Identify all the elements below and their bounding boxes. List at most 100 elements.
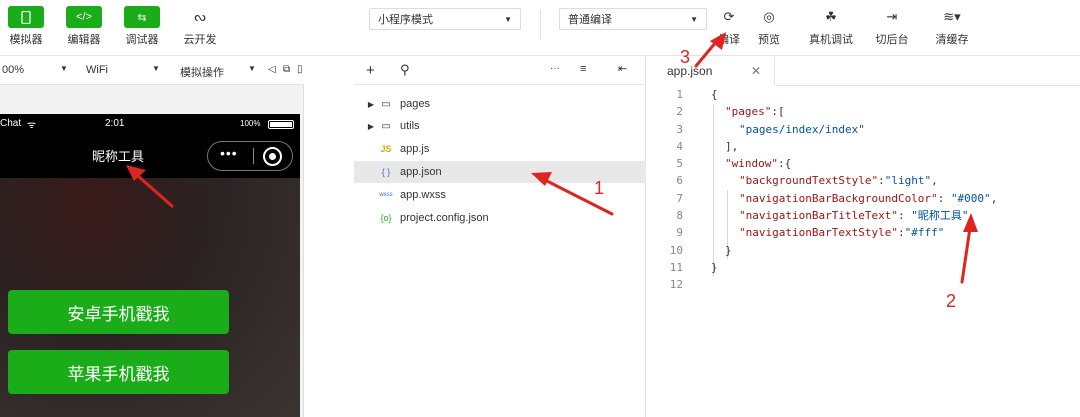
- annotation-number-2: 2: [946, 291, 957, 311]
- editor-toggle-button[interactable]: </> 编辑器: [62, 6, 106, 47]
- volume-icon[interactable]: ◁: [268, 64, 276, 75]
- layers-icon: ≋▾: [943, 9, 961, 24]
- code-content[interactable]: 1 { 2 "pages":[ 3 "pages/index/index" 4], 5…: [647, 86, 1080, 294]
- remote-debug-label: 真机调试: [809, 34, 853, 46]
- folder-icon: ▭: [381, 120, 391, 132]
- iphone-button[interactable]: 苹果手机戳我: [8, 350, 229, 394]
- chevron-down-icon: ▼: [504, 14, 512, 24]
- preview-label: 预览: [758, 34, 780, 46]
- mode-select[interactable]: 小程序模式 ▼: [369, 8, 521, 30]
- divider: [253, 148, 254, 164]
- collapse-icon[interactable]: ≡: [580, 63, 586, 75]
- phone-status-bar: Chat ᯤ 2:01 100%: [0, 114, 300, 134]
- tree-item-label: project.config.json: [400, 212, 489, 224]
- wxss-file-icon: wxss: [379, 192, 393, 198]
- more-icon[interactable]: •••: [220, 145, 238, 161]
- json-file-icon: { }: [381, 167, 391, 177]
- js-file-icon: JS: [380, 144, 392, 154]
- line-number: 5: [676, 157, 683, 171]
- capsule-menu[interactable]: •••: [207, 141, 293, 171]
- debug-icon: ⇆: [124, 6, 160, 28]
- tree-item-label: app.js: [400, 143, 430, 155]
- line-number: 4: [676, 139, 683, 153]
- line-number: 12: [669, 278, 683, 292]
- rotate-icon[interactable]: ▯: [297, 64, 303, 75]
- divider: [540, 10, 541, 40]
- compile-select-value: 普通编译: [568, 14, 612, 26]
- code-line-6: "backgroundTextStyle":"light",: [739, 174, 938, 188]
- sidebar-toggle-icon[interactable]: ⇤: [618, 62, 627, 75]
- code-line-4: ],: [725, 139, 739, 153]
- editor-tab-app-json[interactable]: app.json ✕: [647, 57, 775, 85]
- close-miniprogram-icon[interactable]: [263, 147, 282, 166]
- eye-icon: ◎: [763, 9, 775, 24]
- remote-debug-button[interactable]: ☘ 真机调试: [805, 6, 857, 47]
- bug-icon: ☘: [825, 9, 837, 24]
- compile-label: 编译: [718, 34, 740, 46]
- android-button[interactable]: 安卓手机戳我: [8, 290, 229, 334]
- carrier-label: Chat: [0, 118, 22, 129]
- chevron-down-icon: ▼: [152, 64, 160, 73]
- refresh-icon: ⟳: [723, 9, 735, 24]
- mode-select-value: 小程序模式: [378, 14, 433, 26]
- toolbar: 模拟器 </> 编辑器 ⇆ 调试器 ᔓ 云开发 小程序模式 ▼ 普通编译 ▼ ⟳…: [0, 0, 1080, 56]
- cloud-icon: ᔓ: [194, 9, 206, 24]
- add-icon[interactable]: +: [366, 62, 375, 79]
- cloud-dev-button[interactable]: ᔓ 云开发: [178, 6, 222, 47]
- devtools-window: 模拟器 </> 编辑器 ⇆ 调试器 ᔓ 云开发 小程序模式 ▼ 普通编译 ▼ ⟳…: [0, 0, 1080, 417]
- window-icon[interactable]: ⧉: [283, 64, 290, 75]
- code-line-8: "navigationBarTitleText": "昵称工具",: [739, 209, 976, 223]
- annotation-number-1: 1: [594, 178, 605, 198]
- battery-label: 100%: [240, 119, 261, 128]
- tree-item-label: utils: [400, 120, 420, 132]
- more-icon[interactable]: ···: [550, 63, 560, 74]
- clear-cache-label: 清缓存: [935, 34, 969, 46]
- code-line-2: "pages":[: [725, 105, 785, 119]
- line-number: 8: [676, 209, 683, 223]
- code-line-3: "pages/index/index": [739, 122, 865, 136]
- network-select[interactable]: WiFi: [86, 64, 108, 76]
- clear-cache-button[interactable]: ≋▾ 清缓存: [930, 6, 974, 47]
- zoom-select[interactable]: 00%: [2, 64, 24, 76]
- simulator-options-bar: 00% ▼ WiFi ▼ 模拟操作 ▼ ◁ ⧉ ▯: [0, 57, 304, 85]
- line-number: 11: [669, 260, 683, 274]
- battery-icon: [268, 120, 294, 129]
- phone-icon: [8, 6, 44, 28]
- line-number: 9: [676, 226, 683, 240]
- background-switch-label: 切后台: [875, 34, 909, 46]
- compile-select[interactable]: 普通编译 ▼: [559, 8, 707, 30]
- chevron-right-icon: ▶: [367, 121, 375, 131]
- phone-nav-bar: 昵称工具 •••: [0, 134, 300, 178]
- line-number: 1: [676, 88, 683, 101]
- compile-button[interactable]: ⟳ 编译: [712, 6, 746, 47]
- line-number: 2: [676, 105, 683, 119]
- simulator-toggle-button[interactable]: 模拟器: [4, 6, 48, 47]
- cloud-dev-label: 云开发: [183, 34, 217, 46]
- phone-page-body: 安卓手机戳我 苹果手机戳我: [0, 178, 300, 417]
- code-line-1: {: [711, 88, 718, 101]
- line-number: 10: [669, 243, 683, 257]
- tree-folder-utils[interactable]: ▶ ▭ utils: [354, 115, 646, 137]
- annotation-number-3: 3: [680, 47, 691, 67]
- chevron-down-icon: ▼: [60, 64, 68, 73]
- operation-select[interactable]: 模拟操作: [180, 64, 224, 80]
- config-file-icon: {o}: [380, 213, 392, 223]
- line-number: 6: [676, 174, 683, 188]
- close-icon[interactable]: ✕: [751, 64, 761, 78]
- tree-file-app-js[interactable]: JS app.js: [354, 138, 646, 160]
- phone-screen: Chat ᯤ 2:01 100% 昵称工具 ••• 安卓手机戳我 苹果手机戳我: [0, 114, 300, 417]
- background-switch-button[interactable]: ⇥ 切后台: [872, 6, 912, 47]
- tree-file-project-config[interactable]: {o} project.config.json: [354, 207, 646, 229]
- code-icon: </>: [66, 6, 102, 28]
- time-label: 2:01: [105, 118, 125, 129]
- search-icon[interactable]: ⚲: [400, 62, 410, 78]
- debugger-toggle-button[interactable]: ⇆ 调试器: [120, 6, 164, 47]
- tree-folder-pages[interactable]: ▶ ▭ pages: [354, 93, 646, 115]
- code-editor: app.json ✕ 1 { 2 "pages":[ 3 "pages/index/i…: [647, 57, 1080, 417]
- simulator-panel: 00% ▼ WiFi ▼ 模拟操作 ▼ ◁ ⧉ ▯ Chat ᯤ 2:01 10…: [0, 57, 304, 417]
- preview-button[interactable]: ◎ 预览: [752, 6, 786, 47]
- folder-icon: ▭: [381, 98, 391, 110]
- code-line-11: }: [711, 260, 718, 274]
- chevron-right-icon: ▶: [367, 99, 375, 109]
- tree-item-label: app.wxss: [400, 189, 446, 201]
